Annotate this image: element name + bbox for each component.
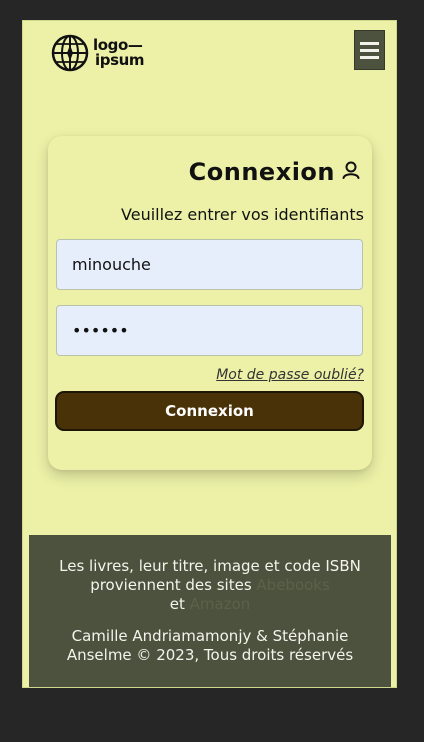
sources-text: Les livres, leur titre, image et code IS… [59, 557, 361, 613]
logo-text: logo— ipsum [93, 38, 145, 69]
login-card: Connexion Veuillez entrer vos identifian… [48, 136, 372, 470]
hamburger-icon [360, 41, 379, 45]
copyright-text: Camille Andriamamonjy & Stéphanie Anselm… [66, 627, 354, 664]
password-input[interactable]: •••••• [56, 305, 363, 356]
user-icon [341, 160, 361, 184]
username-input[interactable]: minouche [56, 239, 363, 290]
hamburger-menu-button[interactable] [354, 30, 385, 70]
page-title: Connexion [188, 158, 335, 186]
logo[interactable]: logo— ipsum [51, 34, 145, 72]
site-header: logo— ipsum [23, 21, 396, 113]
abebooks-link[interactable]: Abebooks [256, 576, 329, 594]
amazon-link[interactable]: Amazon [190, 595, 251, 613]
login-subtitle: Veuillez entrer vos identifiants [121, 205, 364, 224]
logo-line2: ipsum [95, 51, 145, 69]
forgot-password-link[interactable]: Mot de passe oublié? [216, 367, 364, 383]
login-heading: Connexion [189, 158, 361, 186]
page: logo— ipsum Connexion Veuillez entrer vo… [22, 20, 397, 688]
globe-icon [51, 34, 89, 72]
site-footer: Les livres, leur titre, image et code IS… [29, 535, 391, 687]
login-submit-button[interactable]: Connexion [55, 391, 364, 431]
